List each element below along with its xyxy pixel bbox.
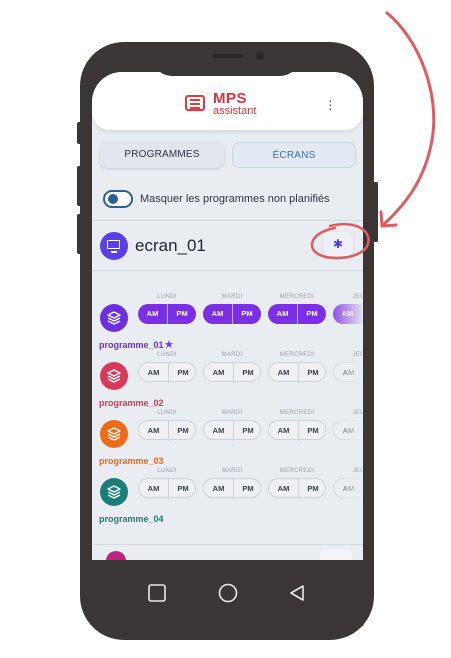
annotation-overlay — [310, 11, 436, 260]
annotation-circle — [310, 223, 370, 260]
annotation-arrow — [381, 11, 436, 227]
